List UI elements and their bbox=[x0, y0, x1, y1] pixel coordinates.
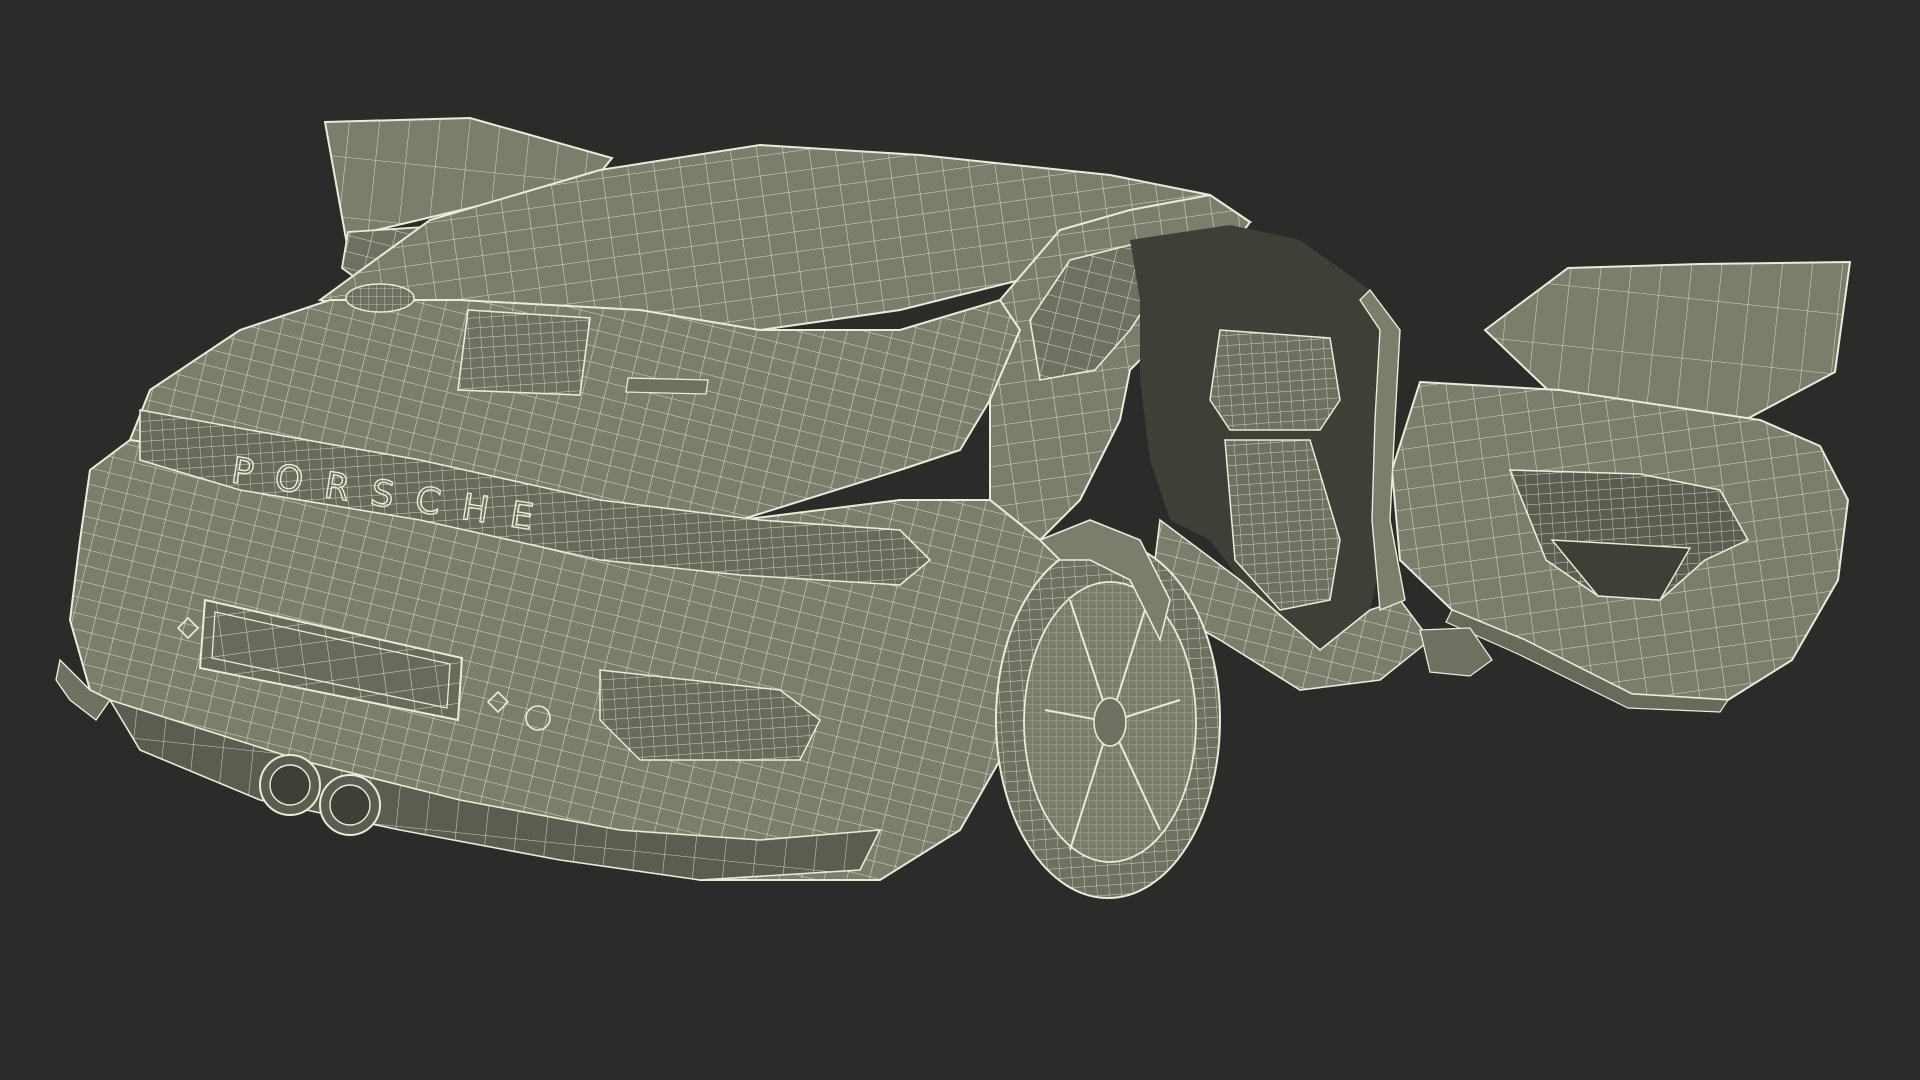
wheel-hub bbox=[1093, 697, 1127, 747]
model-badge bbox=[625, 377, 709, 395]
render-viewport[interactable]: PORSCHE bbox=[0, 0, 1920, 1080]
wireframe-car-render: PORSCHE bbox=[55, 116, 1852, 899]
rear-wheel bbox=[995, 541, 1221, 899]
